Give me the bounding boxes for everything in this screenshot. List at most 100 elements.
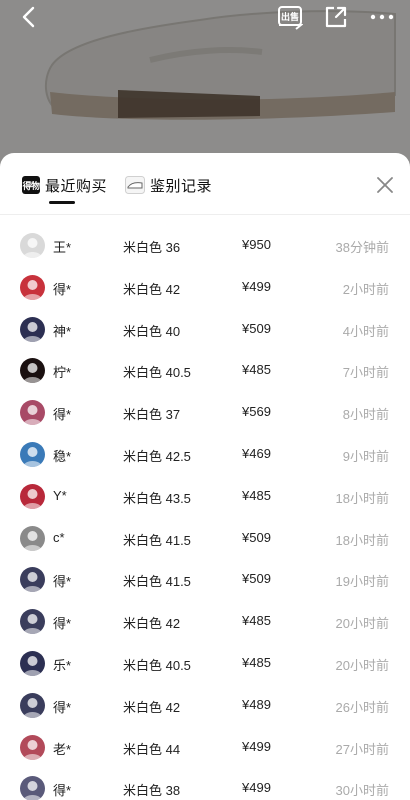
avatar xyxy=(20,483,45,509)
buyer-name: 神* xyxy=(53,323,72,339)
buyer-name: 柠* xyxy=(53,365,72,381)
more-button[interactable] xyxy=(367,2,397,32)
buyer-name: 稳* xyxy=(53,448,72,464)
buyer-name: 老* xyxy=(53,741,72,757)
share-button[interactable] xyxy=(321,2,351,32)
buyer-name: 王* xyxy=(53,240,72,255)
variant-size: 米白色 43.5 xyxy=(123,490,191,506)
list-item: 得* 米白色 37 ¥569 8小时前 xyxy=(0,392,410,434)
purchase-time: 26小时前 xyxy=(335,699,389,715)
list-item: Y* 米白色 43.5 ¥485 18小时前 xyxy=(0,476,410,518)
purchase-price: ¥489 xyxy=(242,696,271,712)
sheet-tabs: 得物 最近购买 鉴别记录 xyxy=(0,153,410,215)
variant-size: 米白色 42 xyxy=(123,699,181,715)
tab-appraisal-label: 鉴别记录 xyxy=(150,177,213,195)
close-icon xyxy=(377,177,393,193)
purchase-price: ¥485 xyxy=(242,613,271,629)
variant-size: 米白色 40.5 xyxy=(123,657,191,673)
purchase-time: 18小时前 xyxy=(335,532,389,548)
purchase-price: ¥469 xyxy=(242,445,271,461)
avatar xyxy=(20,358,45,384)
variant-size: 米白色 40 xyxy=(123,323,181,339)
avatar xyxy=(20,233,45,258)
buyer-name: 得* xyxy=(53,281,72,297)
top-bar: 出售 xyxy=(0,0,410,34)
avatar xyxy=(20,609,45,635)
purchase-time: 18小时前 xyxy=(335,490,389,506)
close-button[interactable] xyxy=(374,174,396,196)
list-item: 得* 米白色 38 ¥499 30小时前 xyxy=(0,768,410,800)
list-item: 老* 米白色 44 ¥499 27小时前 xyxy=(0,727,410,769)
purchase-list: 王* 米白色 36 ¥950 38分钟前 得* 米白色 42 ¥499 2小时前 神* 米白色 4… xyxy=(0,225,410,800)
avatar xyxy=(20,441,45,467)
variant-size: 米白色 42.5 xyxy=(123,448,191,464)
purchase-time: 7小时前 xyxy=(342,365,389,381)
tab-recent-label: 最近购买 xyxy=(45,177,108,195)
purchase-time: 2小时前 xyxy=(342,281,389,297)
list-item: c* 米白色 41.5 ¥509 18小时前 xyxy=(0,518,410,560)
purchase-price: ¥499 xyxy=(242,738,271,754)
list-item: 乐* 米白色 40.5 ¥485 20小时前 xyxy=(0,643,410,685)
buyer-name: 得* xyxy=(53,407,72,423)
variant-size: 米白色 41.5 xyxy=(123,574,191,590)
buyer-name: 得* xyxy=(53,783,72,799)
avatar xyxy=(20,692,45,718)
sell-icon: 出售 xyxy=(278,6,303,30)
purchase-price: ¥569 xyxy=(242,404,271,420)
purchase-time: 20小时前 xyxy=(335,657,389,673)
dewu-logo-text: 得物 xyxy=(22,180,40,191)
share-icon xyxy=(325,6,347,28)
variant-size: 米白色 42 xyxy=(123,281,181,297)
avatar xyxy=(20,274,45,300)
avatar xyxy=(20,776,45,800)
list-item: 得* 米白色 41.5 ¥509 19小时前 xyxy=(0,559,410,601)
variant-size: 米白色 41.5 xyxy=(123,532,191,548)
avatar xyxy=(20,734,45,760)
chevron-left-icon xyxy=(22,6,35,28)
avatar xyxy=(20,567,45,593)
purchase-time: 19小时前 xyxy=(335,574,389,590)
purchase-price: ¥485 xyxy=(242,487,271,503)
purchase-time: 4小时前 xyxy=(342,323,389,339)
purchase-price: ¥499 xyxy=(242,278,271,294)
variant-size: 米白色 44 xyxy=(123,741,181,757)
purchase-time: 9小时前 xyxy=(342,448,389,464)
buyer-name: c* xyxy=(53,529,65,545)
purchase-time: 38分钟前 xyxy=(335,240,389,255)
buyer-name: 得* xyxy=(53,574,72,590)
purchase-time: 20小时前 xyxy=(335,616,389,632)
tab-recent-purchases[interactable]: 得物 最近购买 xyxy=(22,173,107,197)
purchase-price: ¥509 xyxy=(242,320,271,336)
avatar xyxy=(20,650,45,676)
variant-size: 米白色 37 xyxy=(123,407,181,423)
purchase-time: 30小时前 xyxy=(335,783,389,799)
list-item: 柠* 米白色 40.5 ¥485 7小时前 xyxy=(0,350,410,392)
tab-appraisal-records[interactable]: 鉴别记录 xyxy=(125,173,212,197)
avatar xyxy=(20,316,45,342)
variant-size: 米白色 42 xyxy=(123,616,181,632)
purchase-price: ¥950 xyxy=(242,237,271,252)
variant-size: 米白色 38 xyxy=(123,783,181,799)
sell-label: 出售 xyxy=(281,11,299,23)
list-item: 王* 米白色 36 ¥950 38分钟前 xyxy=(0,225,410,267)
purchase-price: ¥485 xyxy=(242,654,271,670)
purchase-price: ¥509 xyxy=(242,529,271,545)
dewu-logo-icon: 得物 xyxy=(22,176,40,194)
list-item: 稳* 米白色 42.5 ¥469 9小时前 xyxy=(0,434,410,476)
recent-purchases-sheet: 得物 最近购买 鉴别记录 王* 米白色 36 ¥950 38分钟前 得* 米白色 42 ¥4… xyxy=(0,153,410,800)
purchase-price: ¥499 xyxy=(242,780,271,796)
purchase-price: ¥509 xyxy=(242,571,271,587)
avatar xyxy=(20,400,45,426)
buyer-name: 乐* xyxy=(53,657,72,673)
list-item: 得* 米白色 42 ¥499 2小时前 xyxy=(0,267,410,309)
buyer-name: 得* xyxy=(53,699,72,715)
more-dots-icon xyxy=(370,14,394,20)
active-tab-indicator xyxy=(49,201,75,204)
purchase-time: 8小时前 xyxy=(342,407,389,423)
buyer-name: Y* xyxy=(53,487,67,503)
sell-button[interactable]: 出售 xyxy=(275,2,305,32)
variant-size: 米白色 40.5 xyxy=(123,365,191,381)
purchase-time: 27小时前 xyxy=(335,741,389,757)
list-item: 得* 米白色 42 ¥489 26小时前 xyxy=(0,685,410,727)
back-button[interactable] xyxy=(14,2,44,32)
